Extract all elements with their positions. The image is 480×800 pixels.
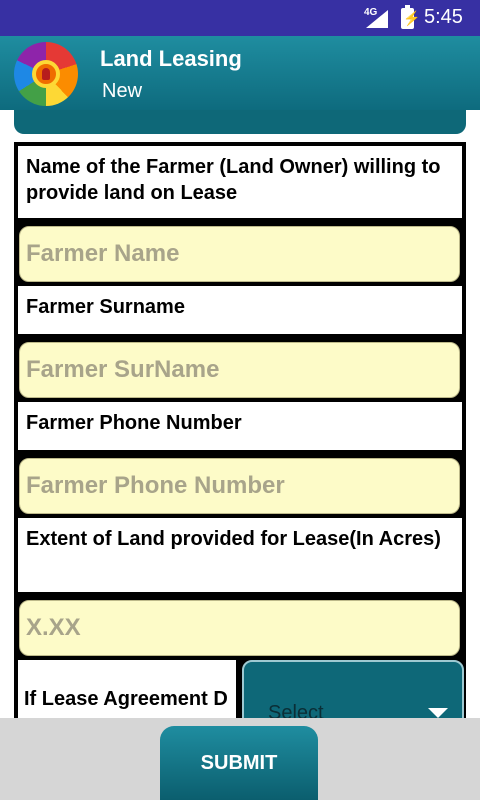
app-logo [14, 42, 78, 106]
status-bar: 4G ⚡ 5:45 [0, 0, 480, 36]
lease-agreement-label: If Lease Agreement D [18, 660, 236, 718]
charging-icon: ⚡ [403, 10, 421, 26]
select-value: Select [268, 702, 324, 718]
farmer-name-label: Name of the Farmer (Land Owner) willing … [18, 146, 462, 218]
bottom-action-bar: SUBMIT [0, 718, 480, 800]
submit-button[interactable]: SUBMIT [160, 726, 318, 800]
farmer-surname-label: Farmer Surname [18, 286, 462, 334]
land-extent-input[interactable] [19, 600, 460, 656]
battery-icon: ⚡ [401, 5, 420, 29]
header-strip [14, 110, 466, 134]
chevron-down-icon [428, 708, 448, 718]
farmer-name-input[interactable] [19, 226, 460, 282]
app-bar: Land Leasing New [0, 36, 480, 110]
farmer-phone-input[interactable] [19, 458, 460, 514]
clock: 5:45 [424, 6, 463, 28]
farmer-surname-input[interactable] [19, 342, 460, 398]
form-scroll-area[interactable]: Name of the Farmer (Land Owner) willing … [0, 110, 480, 718]
signal-icon [366, 10, 388, 28]
app-title: Land Leasing [100, 46, 242, 71]
farmer-phone-label: Farmer Phone Number [18, 402, 462, 450]
lease-agreement-select[interactable]: Select [242, 660, 464, 718]
land-extent-label: Extent of Land provided for Lease(In Acr… [18, 518, 462, 592]
app-subtitle: New [102, 80, 143, 102]
lease-form: Name of the Farmer (Land Owner) willing … [14, 142, 466, 718]
